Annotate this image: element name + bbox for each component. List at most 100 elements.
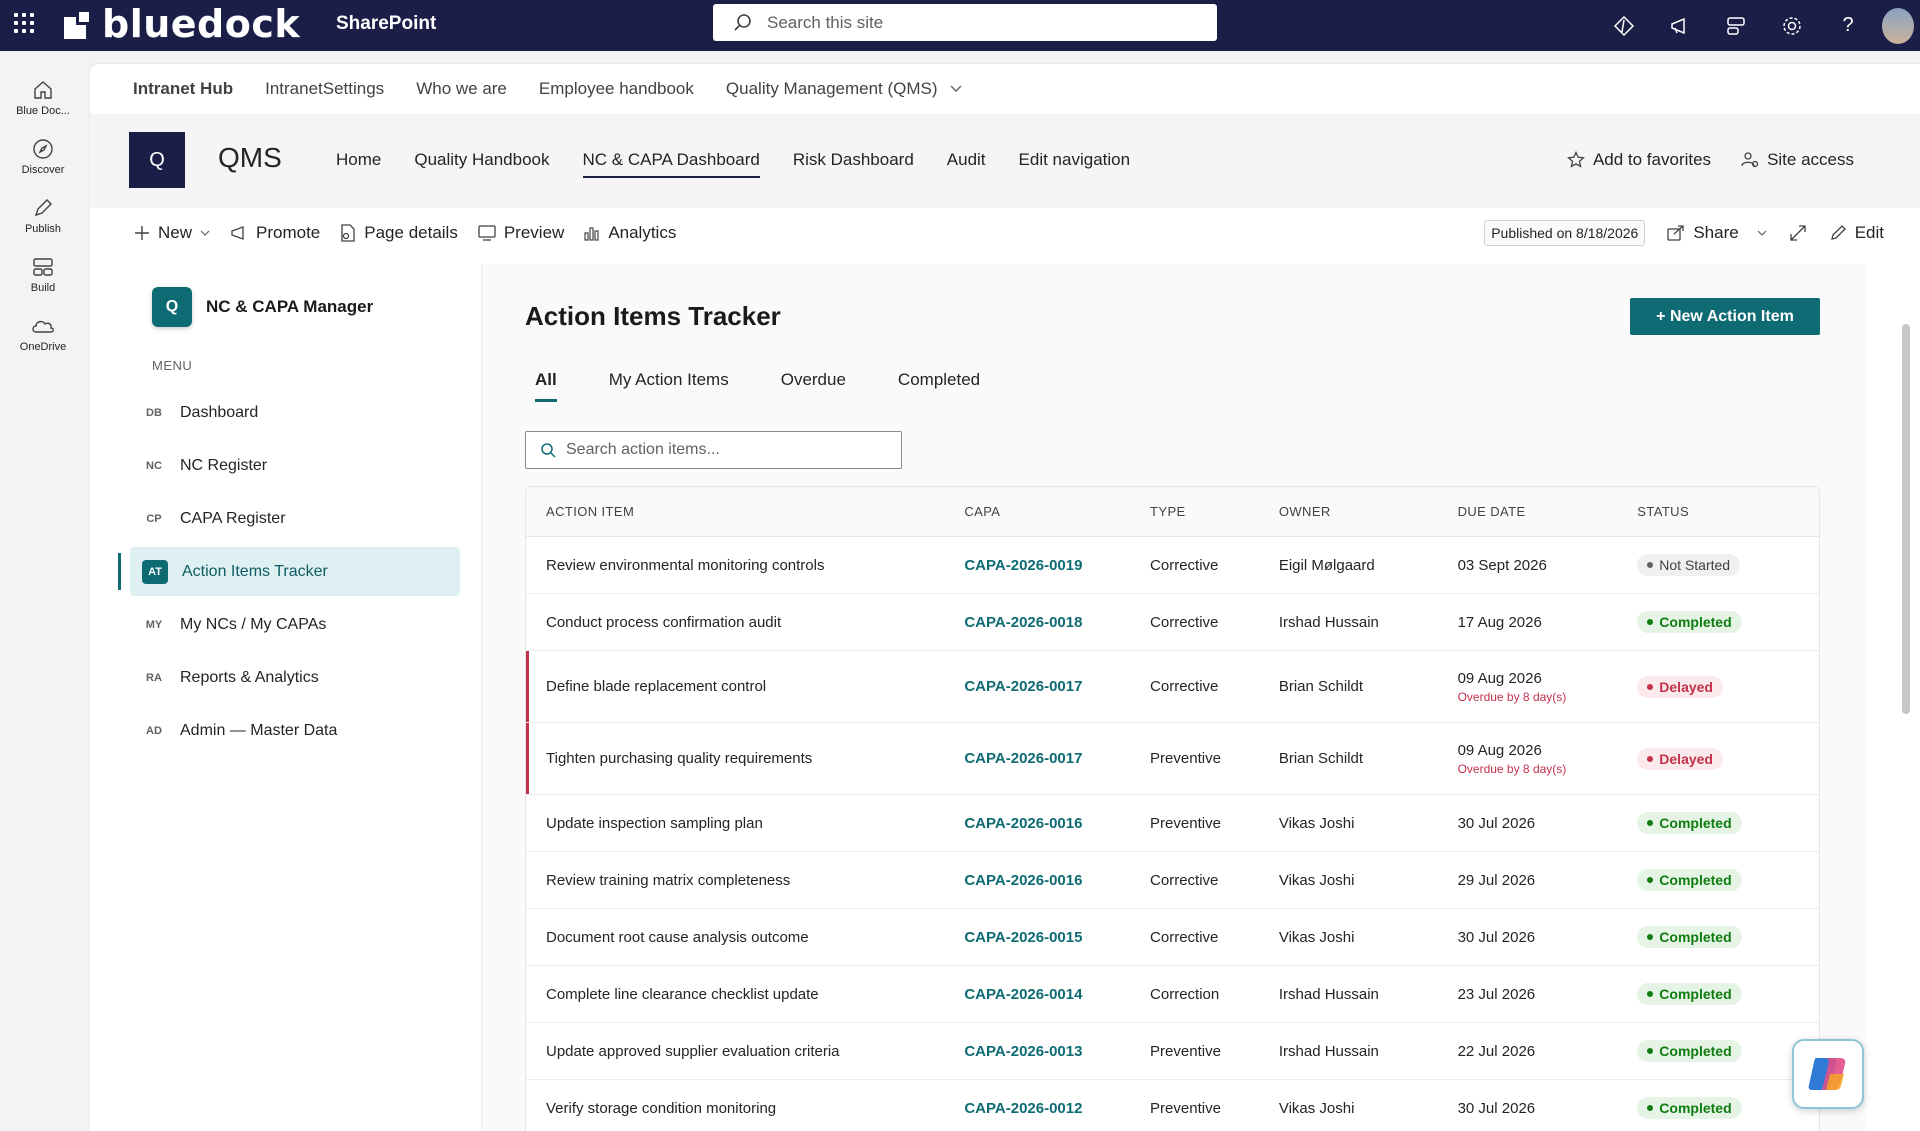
megaphone-icon[interactable] bbox=[1652, 0, 1708, 51]
appbar-item-publish[interactable]: Publish bbox=[0, 196, 86, 235]
share-button[interactable]: Share bbox=[1667, 223, 1767, 243]
preview-button[interactable]: Preview bbox=[478, 223, 564, 243]
status-cell: Not Started bbox=[1637, 554, 1819, 576]
hub-nav-item[interactable]: Who we are bbox=[416, 79, 507, 99]
new-action-item-button[interactable]: + New Action Item bbox=[1630, 298, 1820, 335]
appbar-item-build[interactable]: Build bbox=[0, 255, 86, 294]
capa-link[interactable]: CAPA-2026-0014 bbox=[964, 986, 1150, 1003]
site-access-button[interactable]: Site access bbox=[1741, 150, 1854, 170]
sidebar-item-reports-analytics[interactable]: RA Reports & Analytics bbox=[130, 653, 460, 702]
capa-link[interactable]: CAPA-2026-0012 bbox=[964, 1100, 1150, 1117]
action-item-cell[interactable]: Tighten purchasing quality requirements bbox=[526, 750, 964, 767]
sidebar-item-nc-register[interactable]: NC NC Register bbox=[130, 441, 460, 490]
expand-icon[interactable] bbox=[1789, 224, 1807, 242]
user-avatar[interactable] bbox=[1876, 0, 1920, 51]
sidebar-item-capa-register[interactable]: CP CAPA Register bbox=[130, 494, 460, 543]
site-nav-quality-handbook[interactable]: Quality Handbook bbox=[414, 150, 549, 178]
sidebar-item-dashboard[interactable]: DB Dashboard bbox=[130, 388, 460, 437]
table-row[interactable]: Document root cause analysis outcome CAPA… bbox=[526, 909, 1819, 966]
hub-nav-item-qms[interactable]: Quality Management (QMS) bbox=[726, 79, 962, 99]
capa-link[interactable]: CAPA-2026-0015 bbox=[964, 929, 1150, 946]
edit-button[interactable]: Edit bbox=[1829, 223, 1884, 243]
page-details-button[interactable]: Page details bbox=[340, 223, 458, 243]
copilot-button[interactable] bbox=[1792, 1039, 1864, 1109]
analytics-button[interactable]: Analytics bbox=[584, 223, 676, 243]
tracker-tabs: All My Action Items Overdue Completed bbox=[525, 370, 990, 402]
action-item-cell[interactable]: Conduct process confirmation audit bbox=[526, 614, 964, 631]
hub-nav-item[interactable]: Employee handbook bbox=[539, 79, 694, 99]
action-item-cell[interactable]: Document root cause analysis outcome bbox=[526, 929, 964, 946]
site-nav-home[interactable]: Home bbox=[336, 150, 381, 178]
tab-all[interactable]: All bbox=[525, 370, 567, 402]
hub-nav-item-label: Quality Management (QMS) bbox=[725, 79, 938, 98]
capa-link[interactable]: CAPA-2026-0016 bbox=[964, 815, 1150, 832]
table-row[interactable]: Update approved supplier evaluation crit… bbox=[526, 1023, 1819, 1080]
column-header[interactable]: OWNER bbox=[1279, 504, 1458, 519]
sidebar-item-admin-master-data[interactable]: AD Admin — Master Data bbox=[130, 706, 460, 755]
sidebar-item-my-ncs-capas[interactable]: MY My NCs / My CAPAs bbox=[130, 600, 460, 649]
column-header[interactable]: STATUS bbox=[1637, 504, 1819, 519]
table-row[interactable]: Define blade replacement control CAPA-202… bbox=[526, 651, 1819, 723]
site-nav-nc-capa-dashboard[interactable]: NC & CAPA Dashboard bbox=[582, 150, 760, 178]
promote-button[interactable]: Promote bbox=[230, 223, 320, 243]
column-header[interactable]: ACTION ITEM bbox=[526, 504, 964, 519]
status-badge: Completed bbox=[1637, 812, 1742, 834]
type-cell: Corrective bbox=[1150, 613, 1219, 631]
viva-icon[interactable] bbox=[1596, 0, 1652, 51]
table-row[interactable]: Review environmental monitoring controls… bbox=[526, 537, 1819, 594]
table-row[interactable]: Conduct process confirmation audit CAPA-2… bbox=[526, 594, 1819, 651]
action-item-cell[interactable]: Review training matrix completeness bbox=[526, 872, 964, 889]
capa-link[interactable]: CAPA-2026-0016 bbox=[964, 872, 1150, 889]
site-nav-audit[interactable]: Audit bbox=[947, 150, 986, 178]
table-row[interactable]: Verify storage condition monitoring CAPA-… bbox=[526, 1080, 1819, 1131]
capa-link[interactable]: CAPA-2026-0013 bbox=[964, 1043, 1150, 1060]
tab-overdue[interactable]: Overdue bbox=[771, 370, 856, 402]
site-title[interactable]: QMS bbox=[218, 142, 282, 174]
sidebar-item-code: MY bbox=[145, 618, 163, 631]
table-row[interactable]: Update inspection sampling plan CAPA-2026… bbox=[526, 795, 1819, 852]
action-item-cell[interactable]: Review environmental monitoring controls bbox=[526, 557, 964, 574]
action-item-cell[interactable]: Complete line clearance checklist update bbox=[526, 986, 964, 1003]
hub-nav-item[interactable]: IntranetSettings bbox=[265, 79, 384, 99]
analytics-label: Analytics bbox=[608, 223, 677, 242]
app-sidebar: Q NC & CAPA Manager MENU DB Dashboard NC N… bbox=[90, 264, 482, 1131]
capa-link[interactable]: CAPA-2026-0018 bbox=[964, 614, 1150, 631]
app-launcher-icon[interactable] bbox=[14, 13, 34, 33]
table-row[interactable]: Tighten purchasing quality requirements C… bbox=[526, 723, 1819, 795]
column-header[interactable]: CAPA bbox=[964, 504, 1150, 519]
gear-icon[interactable] bbox=[1764, 0, 1820, 51]
site-search-input[interactable]: Search this site bbox=[713, 4, 1217, 41]
brand-logo[interactable]: bluedock bbox=[64, 2, 300, 46]
column-header[interactable]: TYPE bbox=[1150, 504, 1279, 519]
action-item-cell[interactable]: Update inspection sampling plan bbox=[526, 815, 964, 832]
site-logo[interactable]: Q bbox=[129, 132, 185, 188]
action-item-cell[interactable]: Verify storage condition monitoring bbox=[526, 1100, 964, 1117]
due-date-value: 23 Jul 2026 bbox=[1457, 985, 1536, 1003]
tab-completed[interactable]: Completed bbox=[888, 370, 990, 402]
action-item-cell[interactable]: Define blade replacement control bbox=[526, 678, 964, 695]
sidebar-item-action-items-tracker[interactable]: AT Action Items Tracker bbox=[118, 547, 460, 596]
site-nav-risk-dashboard[interactable]: Risk Dashboard bbox=[793, 150, 914, 178]
edit-navigation-link[interactable]: Edit navigation bbox=[1019, 150, 1131, 178]
action-item-cell[interactable]: Update approved supplier evaluation crit… bbox=[526, 1043, 964, 1060]
status-dot bbox=[1647, 562, 1654, 568]
new-button[interactable]: New bbox=[134, 223, 210, 243]
capa-link[interactable]: CAPA-2026-0019 bbox=[964, 557, 1150, 574]
tab-my-action-items[interactable]: My Action Items bbox=[599, 370, 739, 402]
add-favorites-button[interactable]: Add to favorites bbox=[1567, 150, 1711, 170]
appbar-item-discover[interactable]: Discover bbox=[0, 137, 86, 176]
hub-title[interactable]: Intranet Hub bbox=[133, 79, 233, 99]
capa-link[interactable]: CAPA-2026-0017 bbox=[964, 750, 1150, 767]
help-icon[interactable]: ? bbox=[1820, 0, 1876, 51]
table-row[interactable]: Review training matrix completeness CAPA-… bbox=[526, 852, 1819, 909]
column-header[interactable]: DUE DATE bbox=[1458, 504, 1638, 519]
page-scrollbar[interactable] bbox=[1902, 324, 1910, 714]
capa-link[interactable]: CAPA-2026-0017 bbox=[964, 678, 1150, 695]
table-row[interactable]: Complete line clearance checklist update… bbox=[526, 966, 1819, 1023]
feed-icon[interactable] bbox=[1708, 0, 1764, 51]
appbar-item-home[interactable]: Blue Doc... bbox=[0, 78, 86, 117]
appbar-item-onedrive[interactable]: OneDrive bbox=[0, 314, 86, 353]
status-cell: Delayed bbox=[1637, 747, 1819, 770]
suite-app-name[interactable]: SharePoint bbox=[336, 13, 436, 35]
action-items-search-input[interactable]: Search action items... bbox=[525, 431, 902, 469]
